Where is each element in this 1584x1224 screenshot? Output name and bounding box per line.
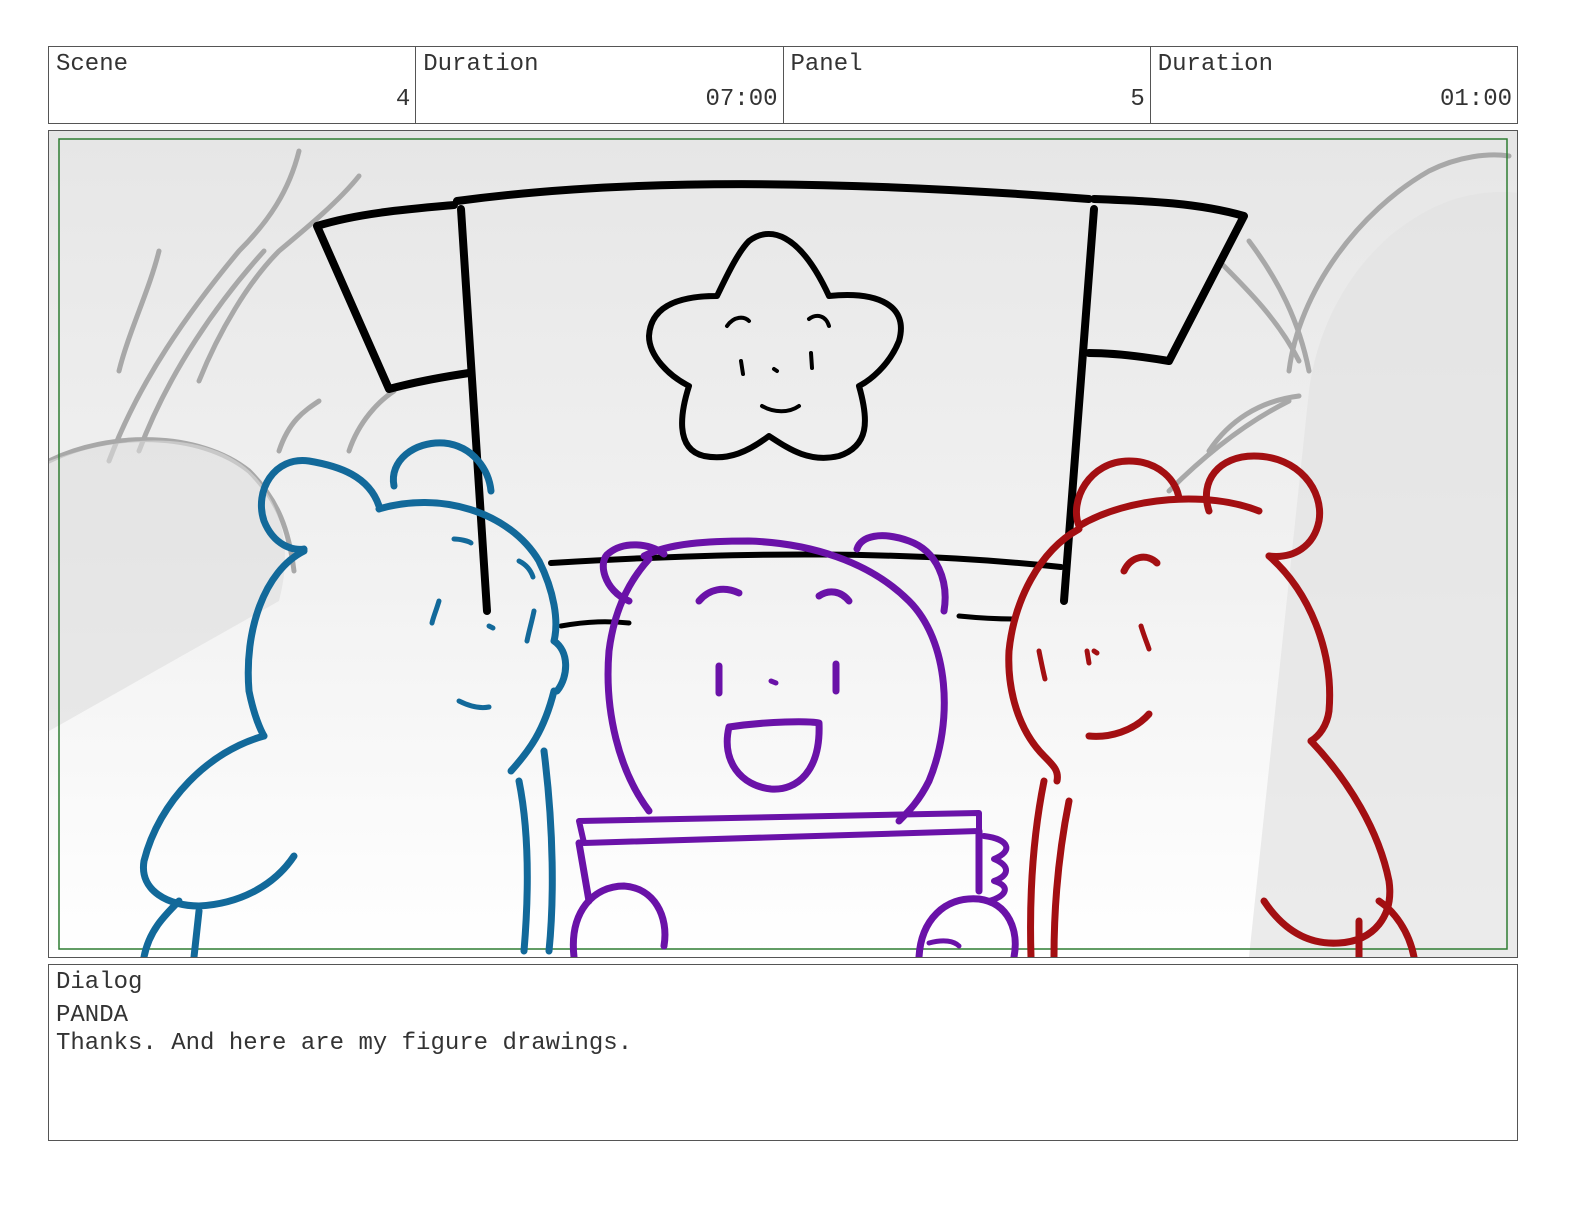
scene-cell: Scene 4	[49, 47, 417, 123]
panel-cell: Panel 5	[784, 47, 1151, 123]
panel-number: 5	[1130, 86, 1145, 113]
dialog-line: Thanks. And here are my figure drawings.	[56, 1030, 633, 1057]
dialog-label: Dialog	[56, 969, 143, 996]
scene-duration-value: 07:00	[705, 86, 778, 113]
scene-number: 4	[395, 86, 411, 113]
storyboard-drawing	[49, 131, 1517, 957]
dialog-speaker: PANDA	[56, 1002, 129, 1029]
dialog-box: Dialog PANDA Thanks. And here are my fig…	[48, 964, 1518, 1141]
panel-duration-label: Duration	[1157, 51, 1273, 78]
panel-header: Scene 4 Duration 07:00 Panel 5 Duration …	[48, 46, 1518, 124]
panel-duration-value: 01:00	[1439, 86, 1512, 113]
scene-duration-label: Duration	[423, 51, 539, 78]
scene-duration-cell: Duration 07:00	[416, 47, 784, 123]
panel-duration-cell: Duration 01:00	[1151, 47, 1517, 123]
storyboard-panel	[48, 130, 1518, 958]
panel-label: Panel	[790, 51, 863, 78]
scene-label: Scene	[56, 51, 129, 78]
